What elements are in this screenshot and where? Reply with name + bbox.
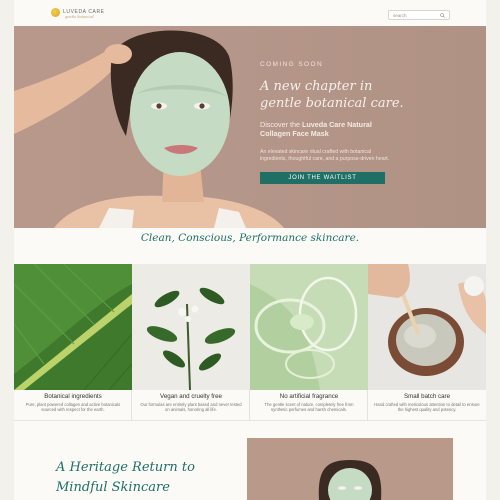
feature-text: Hand crafted with meticulous attention t… (374, 402, 480, 413)
search-placeholder: search (393, 13, 407, 18)
hero-banner: COMING SOON A new chapter in gentle bota… (14, 26, 486, 228)
clay-bowl-image (368, 264, 486, 390)
gel-drop-image (250, 264, 368, 390)
search-icon[interactable] (440, 13, 445, 18)
join-waitlist-button[interactable]: JOIN THE WAITLIST (260, 172, 385, 184)
heritage-model-image (247, 438, 453, 500)
sun-logo-icon (51, 8, 60, 17)
feature-card-fragrance: No artificial fragrance The gentle scent… (250, 264, 368, 420)
search-input[interactable]: search (388, 10, 450, 20)
feature-text: Pure, plant powered collagen and active … (25, 402, 121, 413)
feature-title: Vegan and cruelty free (160, 393, 222, 400)
hero-subtext: An elevated skincare ritual crafted with… (260, 149, 390, 162)
feature-text: The gentle scent of nature, completely f… (264, 402, 354, 413)
feature-text: Our formulas are entirely plant based an… (140, 402, 242, 413)
page: LUVEDA CARE gentle botanical search COMI… (14, 0, 486, 500)
heritage-heading-line2: Mindful Skincare (56, 480, 170, 495)
hero-headline-line2: gentle botanical care. (260, 96, 404, 111)
feature-title: No artificial fragrance (279, 393, 339, 400)
plant-image (132, 264, 250, 390)
feature-title: Botanical ingredients (44, 393, 102, 400)
feature-card-small-batch: Small batch care Hand crafted with metic… (368, 264, 486, 420)
section-divider (14, 420, 486, 421)
features-grid: Botanical ingredients Pure, plant powere… (14, 264, 486, 420)
site-header: LUVEDA CARE gentle botanical search (14, 0, 486, 26)
brand-script: gentle botanical (65, 15, 94, 19)
hero-desc-prefix: Discover the (260, 120, 302, 129)
feature-title: Small batch care (403, 393, 451, 400)
heritage-image (247, 438, 453, 500)
hero-eyebrow: COMING SOON (260, 61, 324, 68)
feature-card-botanical: Botanical ingredients Pure, plant powere… (14, 264, 132, 420)
brand-logo[interactable]: LUVEDA CARE gentle botanical (51, 8, 105, 19)
section-tagline: Clean, Conscious, Performance skincare. (140, 232, 360, 244)
hero-description: Discover the Luveda Care Natural Collage… (260, 120, 400, 138)
hero-headline-line1: A new chapter in (260, 79, 373, 94)
heritage-heading-line1: A Heritage Return to (56, 460, 195, 475)
leaf-image (14, 264, 132, 390)
feature-card-vegan: Vegan and cruelty free Our formulas are … (132, 264, 250, 420)
hero-headline: A new chapter in gentle botanical care. (260, 78, 410, 112)
heritage-heading: A Heritage Return to Mindful Skincare (56, 458, 226, 498)
